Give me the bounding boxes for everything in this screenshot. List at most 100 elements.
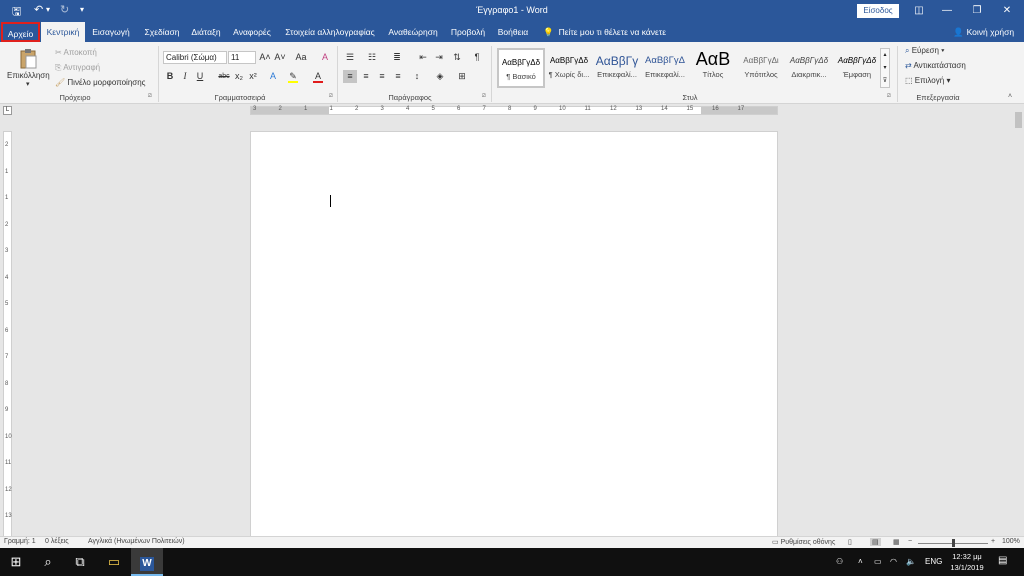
font-launcher-icon[interactable]: ⧄: [329, 93, 333, 100]
signin-button[interactable]: Είσοδος: [857, 4, 899, 18]
style-subtitle[interactable]: ΑαΒβΓγΔι Υπότιτλος: [737, 48, 785, 88]
show-hidden-icons-icon[interactable]: ˄: [858, 557, 863, 566]
font-name-combo[interactable]: Calibri (Σώμα): [163, 51, 227, 64]
notifications-icon[interactable]: ▤: [998, 555, 1007, 566]
display-settings-button[interactable]: ▭ Ρυθμίσεις οθόνης: [772, 538, 835, 546]
grow-font-button[interactable]: A˄: [258, 51, 272, 64]
multilevel-list-icon[interactable]: ≣: [390, 51, 404, 64]
style-normal[interactable]: ΑαΒβΓγΔδ ¶ Βασικό: [497, 48, 545, 88]
word-taskbar-icon[interactable]: W: [131, 548, 163, 576]
shading-icon[interactable]: ◈: [433, 70, 447, 83]
align-right-icon[interactable]: ≡: [375, 70, 389, 83]
paste-button[interactable]: Επικόλληση: [7, 71, 50, 80]
ribbon-display-options-icon[interactable]: ◫: [904, 2, 934, 20]
tab-view[interactable]: Προβολή: [448, 22, 488, 42]
share-button[interactable]: 👤 Κοινή χρήση: [953, 22, 1014, 42]
tab-design[interactable]: Σχεδίαση: [140, 22, 184, 42]
line-spacing-icon[interactable]: ↕: [410, 70, 424, 83]
tab-mailings[interactable]: Στοιχεία αλληλογραφίας: [282, 22, 378, 42]
horizontal-ruler[interactable]: 3 2 1 1 2 3 4 5 6 7 8 9 10 11 12 13 14 15 16 17: [250, 106, 778, 115]
font-size-combo[interactable]: 11: [228, 51, 256, 64]
style-heading-1[interactable]: ΑαΒβΓγ Επικεφαλί...: [593, 48, 641, 88]
start-icon[interactable]: ⊞: [0, 548, 32, 576]
cut-button[interactable]: ✂ Αποκοπή: [55, 48, 97, 57]
network-icon[interactable]: ▭: [874, 557, 882, 566]
zoom-slider-thumb[interactable]: [952, 539, 955, 547]
decrease-indent-icon[interactable]: ⇤: [416, 51, 430, 64]
task-view-icon[interactable]: ⧉: [64, 548, 96, 576]
clock[interactable]: 12:32 μμ 13/1/2019: [946, 551, 988, 573]
tab-insert[interactable]: Εισαγωγή: [89, 22, 133, 42]
paragraph-launcher-icon[interactable]: ⧄: [482, 93, 486, 100]
format-painter-button[interactable]: 🖌 Πινέλο μορφοποίησης: [55, 78, 146, 87]
vertical-scrollbar[interactable]: [1013, 104, 1024, 536]
zoom-level[interactable]: 100%: [1002, 538, 1020, 545]
align-center-icon[interactable]: ≡: [359, 70, 373, 83]
clear-formatting-button[interactable]: A: [318, 51, 332, 64]
italic-button[interactable]: I: [178, 70, 192, 83]
style-name: Επικεφαλί...: [597, 70, 637, 79]
restore-button[interactable]: ❐: [962, 2, 992, 20]
numbering-icon[interactable]: ☷: [365, 51, 379, 64]
replace-button[interactable]: ⇄ Αντικατάσταση: [905, 61, 966, 70]
copy-button[interactable]: ⎘ Αντιγραφή: [55, 63, 100, 73]
paste-icon[interactable]: [17, 48, 39, 70]
bold-button[interactable]: B: [163, 70, 177, 83]
status-words[interactable]: 0 λέξεις: [45, 538, 69, 545]
scrollbar-thumb[interactable]: [1015, 112, 1022, 128]
paste-dropdown-icon[interactable]: ▾: [26, 80, 30, 88]
search-icon[interactable]: ⌕: [32, 548, 64, 576]
align-left-icon[interactable]: ≡: [343, 70, 357, 83]
tab-references[interactable]: Αναφορές: [230, 22, 274, 42]
justify-icon[interactable]: ≡: [391, 70, 405, 83]
tab-help[interactable]: Βοήθεια: [494, 22, 532, 42]
status-language[interactable]: Αγγλικά (Ηνωμένων Πολιτειών): [88, 538, 185, 545]
style-subtle-emphasis[interactable]: ΑαΒβΓγΔδ Διακριτικ...: [785, 48, 833, 88]
show-formatting-icon[interactable]: ¶: [470, 51, 484, 64]
vertical-ruler[interactable]: 2 1 1 2 3 4 5 6 7 8 9 10 11 12 13: [3, 131, 12, 537]
tab-home[interactable]: Κεντρική: [41, 22, 85, 42]
collapse-ribbon-icon[interactable]: ˄: [1008, 93, 1012, 100]
underline-button[interactable]: U: [193, 70, 207, 83]
minimize-button[interactable]: —: [932, 2, 962, 20]
styles-gallery-scroll[interactable]: ▴ ▾ ⊽: [880, 48, 890, 88]
sort-icon[interactable]: ⇅: [450, 51, 464, 64]
print-layout-icon[interactable]: ▤: [870, 538, 881, 546]
tell-me-search[interactable]: 💡 Πείτε μου τι θέλετε να κάνετε: [543, 22, 666, 42]
tab-layout[interactable]: Διάταξη: [188, 22, 224, 42]
find-button[interactable]: ⌕ Εύρεση ▾: [905, 46, 945, 56]
wifi-icon[interactable]: ◠: [890, 557, 897, 566]
strikethrough-button[interactable]: abc: [216, 70, 232, 83]
bullets-icon[interactable]: ☰: [343, 51, 357, 64]
style-heading-2[interactable]: ΑαΒβΓγΔ Επικεφαλί...: [641, 48, 689, 88]
superscript-button[interactable]: x²: [246, 70, 260, 83]
text-effects-button[interactable]: A: [266, 70, 280, 83]
change-case-button[interactable]: Aa: [292, 51, 310, 64]
tab-review[interactable]: Αναθεώρηση: [384, 22, 442, 42]
zoom-out-button[interactable]: −: [908, 538, 912, 545]
styles-launcher-icon[interactable]: ⧄: [887, 93, 891, 100]
status-line[interactable]: Γραμμή: 1: [4, 538, 36, 545]
document-page[interactable]: [250, 131, 778, 537]
borders-icon[interactable]: ⊞: [455, 70, 469, 83]
style-emphasis[interactable]: ΑαΒβΓγΔδ Έμφαση: [833, 48, 881, 88]
increase-indent-icon[interactable]: ⇥: [432, 51, 446, 64]
close-button[interactable]: ✕: [992, 2, 1022, 20]
read-mode-icon[interactable]: ▯: [848, 538, 852, 546]
title-bar: 🖫 ↶ ▾ ↻ ▾ Έγγραφο1 - Word Είσοδος ◫ — ❐ …: [0, 0, 1024, 22]
zoom-in-button[interactable]: +: [991, 538, 995, 545]
web-layout-icon[interactable]: ▦: [893, 538, 900, 546]
style-no-spacing[interactable]: ΑαΒβΓγΔδ ¶ Χωρίς δι...: [545, 48, 593, 88]
input-language[interactable]: ENG: [925, 557, 942, 566]
shrink-font-button[interactable]: A˅: [273, 51, 287, 64]
clipboard-launcher-icon[interactable]: ⧄: [148, 93, 152, 100]
file-explorer-icon[interactable]: ▭: [98, 548, 130, 576]
people-icon[interactable]: ⚇: [836, 557, 843, 566]
tab-file[interactable]: Αρχείο: [1, 22, 40, 42]
cursor-icon: ⬚: [905, 76, 913, 85]
style-title[interactable]: ΑαΒ Τίτλος: [689, 48, 737, 88]
tab-selector-button[interactable]: L: [3, 106, 12, 115]
volume-icon[interactable]: 🔈: [906, 557, 916, 566]
select-button[interactable]: ⬚ Επιλογή ▾: [905, 76, 950, 85]
subscript-button[interactable]: x₂: [232, 70, 246, 83]
